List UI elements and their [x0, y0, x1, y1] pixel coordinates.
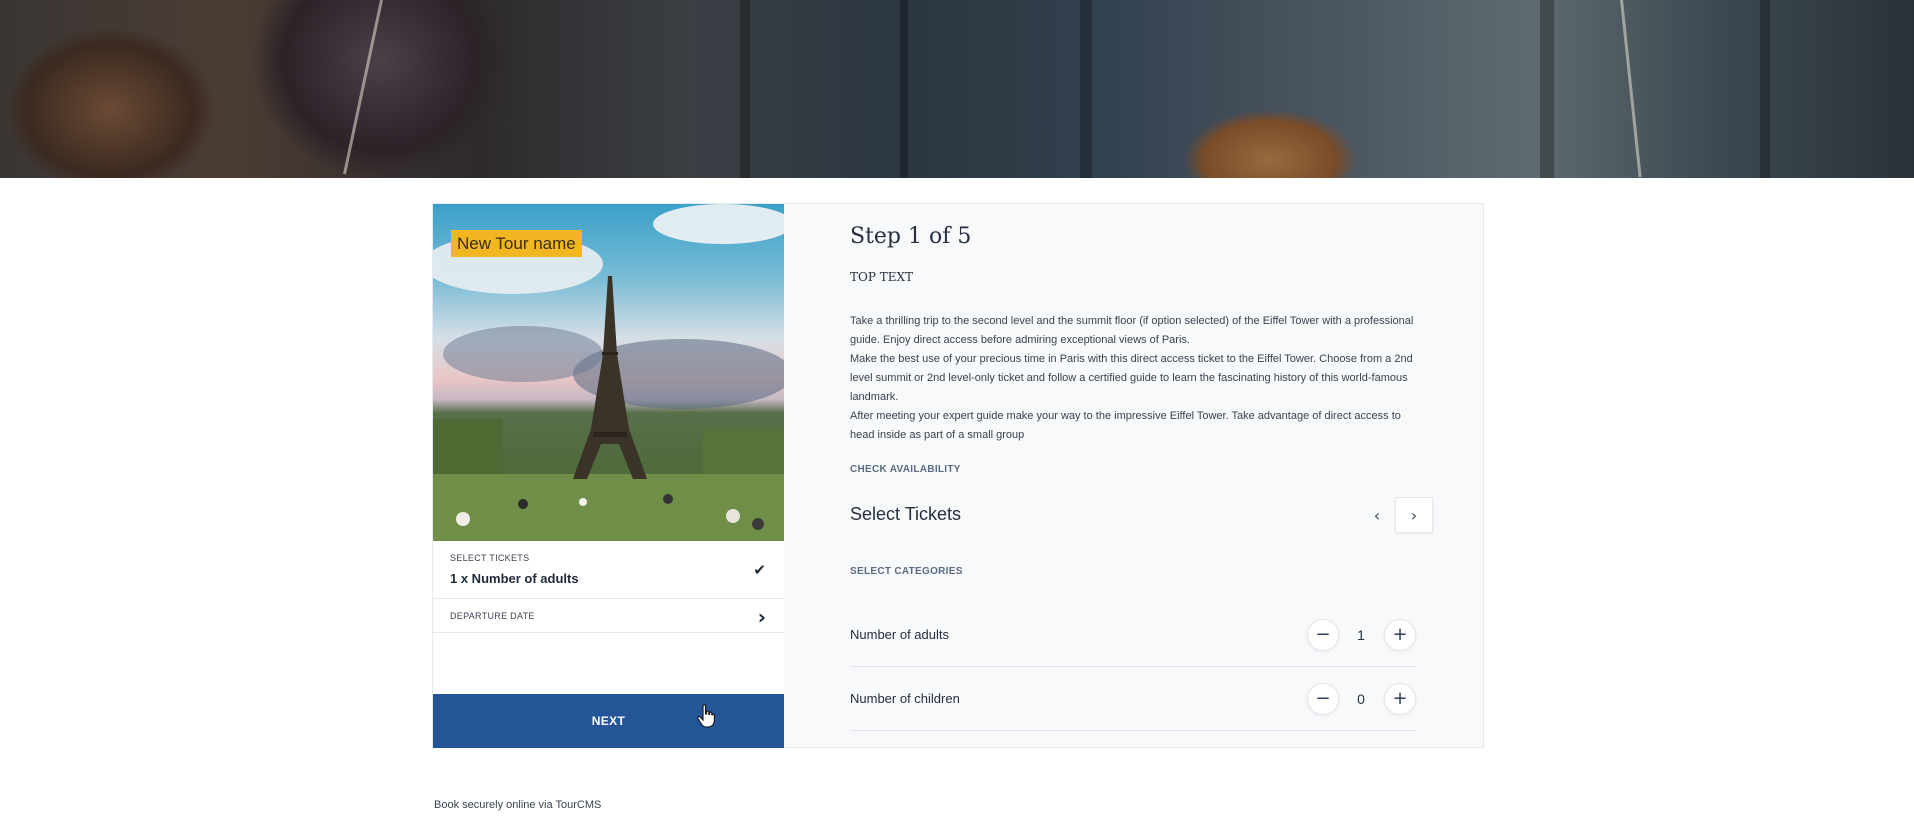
check-icon: ✔ [753, 562, 766, 579]
category-row-adults: Number of adults − 1 + [850, 602, 1416, 667]
summary-row-departure[interactable]: DEPARTURE DATE › [433, 599, 784, 633]
select-categories-heading: SELECT CATEGORIES [850, 566, 963, 577]
select-tickets-heading: Select Tickets [850, 504, 962, 524]
description-paragraph: Take a thrilling trip to the second leve… [850, 315, 1414, 346]
chevron-left-icon: ‹ [1373, 505, 1381, 525]
check-availability-heading: CHECK AVAILABILITY [850, 464, 961, 475]
category-name: Number of children [850, 691, 960, 706]
plus-icon: + [1392, 688, 1408, 709]
hero-banner [0, 0, 1914, 178]
summary-tickets-value: 1 x Number of adults [450, 571, 579, 586]
booking-summary-panel: New Tour name SELECT TICKETS 1 x Number … [433, 204, 784, 748]
summary-row-tickets[interactable]: SELECT TICKETS 1 x Number of adults ✔ [433, 541, 784, 599]
booking-step-panel: Step 1 of 5 TOP TEXT Take a thrilling tr… [784, 204, 1483, 747]
category-row-children: Number of children − 0 + [850, 666, 1416, 731]
step-title: Step 1 of 5 [850, 224, 972, 249]
plus-icon: + [1392, 624, 1408, 645]
adults-increment-button[interactable]: + [1384, 619, 1416, 651]
next-arrow-button[interactable]: › [1395, 497, 1433, 533]
tour-name-badge: New Tour name [451, 230, 582, 257]
minus-icon: − [1315, 688, 1331, 709]
chevron-right-icon: › [757, 605, 766, 629]
booking-card: New Tour name SELECT TICKETS 1 x Number … [432, 203, 1484, 748]
children-increment-button[interactable]: + [1384, 683, 1416, 715]
prev-button[interactable]: ‹ [1358, 497, 1396, 533]
tour-photo: New Tour name [433, 204, 784, 541]
children-decrement-button[interactable]: − [1307, 683, 1339, 715]
tour-description: Take a thrilling trip to the second leve… [850, 312, 1415, 445]
chevron-right-icon: › [1410, 505, 1418, 525]
children-quantity: 0 [1357, 691, 1365, 707]
next-button[interactable]: NEXT [433, 694, 784, 748]
description-paragraph: Make the best use of your precious time … [850, 353, 1413, 403]
description-paragraph: After meeting your expert guide make you… [850, 410, 1401, 441]
category-name: Number of adults [850, 627, 949, 642]
hand-cursor-icon [697, 704, 715, 728]
minus-icon: − [1315, 624, 1331, 645]
adults-decrement-button[interactable]: − [1307, 619, 1339, 651]
top-text: TOP TEXT [850, 270, 914, 284]
adults-quantity: 1 [1357, 627, 1365, 643]
summary-departure-label: DEPARTURE DATE [450, 611, 535, 621]
footer-text: Book securely online via TourCMS [434, 799, 602, 811]
summary-tickets-label: SELECT TICKETS [450, 553, 530, 563]
